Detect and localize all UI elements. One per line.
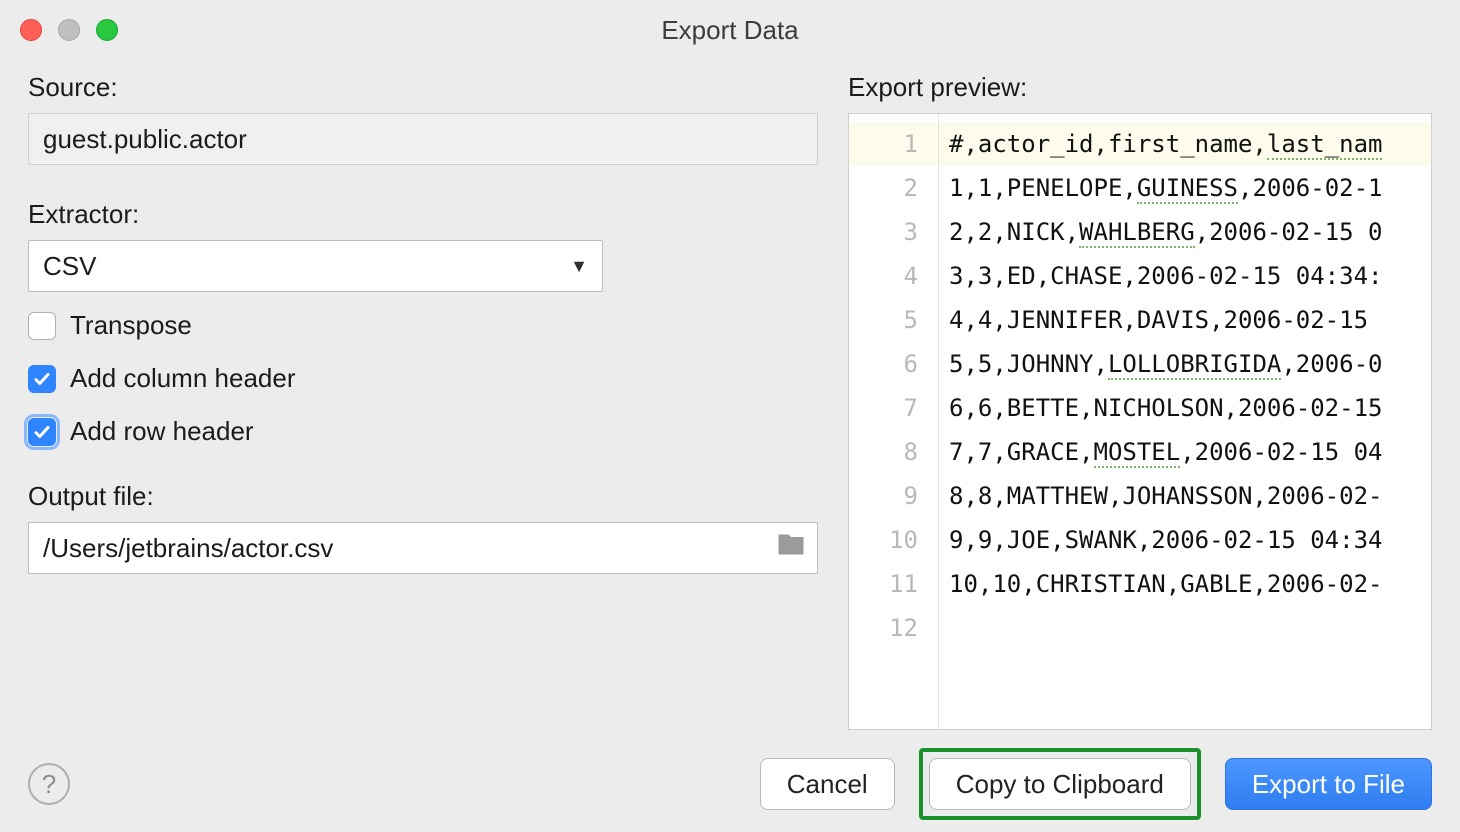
line-number: 4 — [849, 254, 938, 298]
preview-line: 4,4,JENNIFER,DAVIS,2006-02-15 — [939, 298, 1431, 342]
line-number: 5 — [849, 298, 938, 342]
preview-gutter: 123456789101112 — [849, 114, 939, 729]
window-title: Export Data — [0, 15, 1460, 46]
preview-lines: #,actor_id,first_name,last_nam1,1,PENELO… — [939, 114, 1431, 729]
preview-line: 1,1,PENELOPE,GUINESS,2006-02-1 — [939, 166, 1431, 210]
transpose-label: Transpose — [70, 310, 192, 341]
add-column-header-checkbox[interactable] — [28, 365, 56, 393]
line-number: 12 — [849, 606, 938, 650]
preview-pane: Export preview: 123456789101112 #,actor_… — [848, 68, 1432, 730]
extractor-select[interactable]: CSV ▼ — [28, 240, 603, 292]
preview-line: 2,2,NICK,WAHLBERG,2006-02-15 0 — [939, 210, 1431, 254]
dialog-footer: ? Cancel Copy to Clipboard Export to Fil… — [0, 736, 1460, 832]
line-number: 7 — [849, 386, 938, 430]
line-number: 1 — [849, 122, 938, 166]
preview-line: 5,5,JOHNNY,LOLLOBRIGIDA,2006-0 — [939, 342, 1431, 386]
chevron-down-icon: ▼ — [570, 256, 588, 277]
line-number: 3 — [849, 210, 938, 254]
highlight-annotation: Copy to Clipboard — [919, 748, 1201, 820]
output-file-field[interactable]: /Users/jetbrains/actor.csv — [28, 522, 818, 574]
source-value: guest.public.actor — [43, 124, 247, 155]
cancel-button[interactable]: Cancel — [760, 758, 895, 810]
extractor-label: Extractor: — [28, 199, 818, 230]
preview-line: 8,8,MATTHEW,JOHANSSON,2006-02- — [939, 474, 1431, 518]
output-file-value: /Users/jetbrains/actor.csv — [43, 533, 333, 564]
output-file-label: Output file: — [28, 481, 818, 512]
extractor-value: CSV — [43, 251, 96, 282]
source-field[interactable]: guest.public.actor — [28, 113, 818, 165]
add-column-header-label: Add column header — [70, 363, 295, 394]
typo-span: LOLLOBRIGIDA — [1108, 350, 1281, 380]
line-number: 9 — [849, 474, 938, 518]
folder-icon[interactable] — [776, 530, 806, 567]
preview-line: 6,6,BETTE,NICHOLSON,2006-02-15 — [939, 386, 1431, 430]
typo-span: GUINESS — [1137, 174, 1238, 204]
line-number: 2 — [849, 166, 938, 210]
typo-span: WAHLBERG — [1079, 218, 1195, 248]
settings-pane: Source: guest.public.actor Extractor: CS… — [28, 68, 818, 730]
titlebar: Export Data — [0, 0, 1460, 60]
line-number: 11 — [849, 562, 938, 606]
typo-span: last_nam — [1267, 130, 1383, 160]
typo-span: MOSTEL — [1094, 438, 1181, 468]
preview-line: #,actor_id,first_name,last_nam — [939, 122, 1431, 166]
add-row-header-checkbox[interactable] — [28, 418, 56, 446]
line-number: 10 — [849, 518, 938, 562]
preview-box[interactable]: 123456789101112 #,actor_id,first_name,la… — [848, 113, 1432, 730]
transpose-checkbox[interactable] — [28, 312, 56, 340]
preview-line: 3,3,ED,CHASE,2006-02-15 04:34: — [939, 254, 1431, 298]
help-icon[interactable]: ? — [28, 763, 70, 805]
preview-line: 7,7,GRACE,MOSTEL,2006-02-15 04 — [939, 430, 1431, 474]
export-to-file-button[interactable]: Export to File — [1225, 758, 1432, 810]
preview-line: 9,9,JOE,SWANK,2006-02-15 04:34 — [939, 518, 1431, 562]
line-number: 8 — [849, 430, 938, 474]
preview-label: Export preview: — [848, 72, 1432, 103]
preview-line — [939, 606, 1431, 650]
source-label: Source: — [28, 72, 818, 103]
add-row-header-label: Add row header — [70, 416, 254, 447]
copy-to-clipboard-button[interactable]: Copy to Clipboard — [929, 758, 1191, 810]
line-number: 6 — [849, 342, 938, 386]
preview-line: 10,10,CHRISTIAN,GABLE,2006-02- — [939, 562, 1431, 606]
